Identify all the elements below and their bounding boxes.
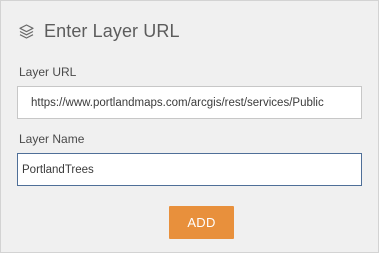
layers-icon (18, 23, 35, 40)
layer-url-label: Layer URL (19, 65, 77, 79)
panel-header: Enter Layer URL (18, 19, 180, 43)
enter-layer-url-panel: Enter Layer URL Layer URL Layer Name ADD (0, 0, 379, 253)
layer-name-input[interactable] (17, 153, 362, 186)
add-button[interactable]: ADD (169, 206, 234, 239)
layer-name-label: Layer Name (19, 132, 85, 146)
layer-url-input[interactable] (17, 86, 362, 119)
panel-title: Enter Layer URL (44, 20, 180, 41)
